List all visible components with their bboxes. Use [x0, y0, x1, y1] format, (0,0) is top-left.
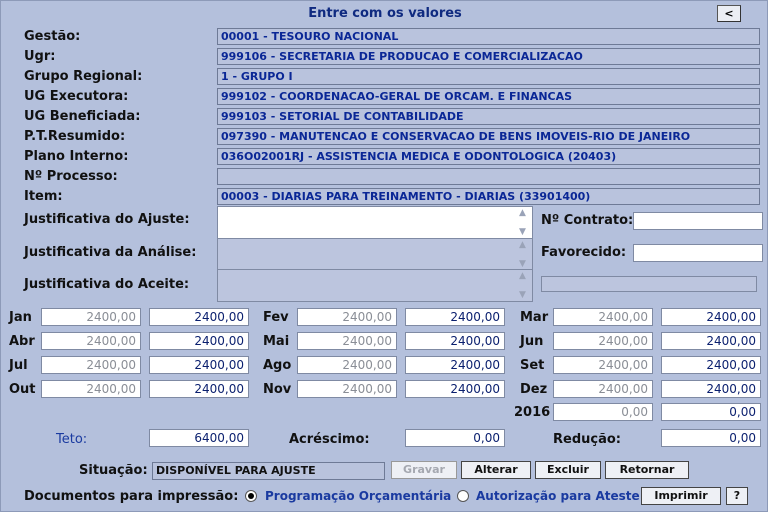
- month-previous-value: 2400,00: [553, 380, 653, 398]
- month-value-input[interactable]: 2400,00: [661, 332, 761, 350]
- teto-input[interactable]: 6400,00: [149, 429, 249, 447]
- field-label: Plano Interno:: [24, 149, 129, 164]
- field-value: 00001 - TESOURO NACIONAL: [217, 28, 760, 45]
- month-previous-value: 2400,00: [41, 380, 141, 398]
- programacao-label[interactable]: Programação Orçamentária: [265, 489, 451, 503]
- field-label: Ugr:: [24, 49, 56, 64]
- justificativa-analise-textarea[interactable]: ▲ ▼: [217, 238, 533, 271]
- month-previous-value: 2400,00: [553, 332, 653, 350]
- field-label: UG Beneficiada:: [24, 109, 141, 124]
- contrato-label: Nº Contrato:: [541, 213, 634, 228]
- teto-label: Teto:: [56, 432, 88, 447]
- programacao-radio[interactable]: [245, 490, 257, 502]
- field-value: 036O02001RJ - ASSISTENCIA MEDICA E ODONT…: [217, 148, 760, 165]
- month-label: Set: [520, 358, 545, 373]
- back-button[interactable]: <: [717, 5, 741, 22]
- month-value-input[interactable]: 2400,00: [405, 332, 505, 350]
- imprimir-button[interactable]: Imprimir: [641, 487, 721, 505]
- month-previous-value: 2400,00: [41, 308, 141, 326]
- month-label: Mar: [520, 310, 549, 325]
- month-previous-value: 2400,00: [41, 332, 141, 350]
- month-value-input[interactable]: 2400,00: [661, 380, 761, 398]
- month-label: Out: [9, 382, 36, 397]
- reducao-label: Redução:: [553, 432, 621, 447]
- month-value-input[interactable]: 2400,00: [661, 308, 761, 326]
- scrollbar[interactable]: ▲ ▼: [516, 270, 532, 301]
- gravar-button[interactable]: Gravar: [391, 461, 457, 479]
- month-value-input[interactable]: 2400,00: [149, 356, 249, 374]
- field-label: UG Executora:: [24, 89, 129, 104]
- justificativa-ajuste-label: Justificativa do Ajuste:: [24, 212, 190, 227]
- form-window: Entre com os valores < Gestão: 00001 - TE…: [0, 0, 768, 512]
- autorizacao-label[interactable]: Autorização para Ateste: [476, 489, 640, 503]
- field-label: Grupo Regional:: [24, 69, 143, 84]
- alterar-button[interactable]: Alterar: [461, 461, 531, 479]
- field-label: Item:: [24, 189, 63, 204]
- month-value-input[interactable]: 2400,00: [149, 308, 249, 326]
- contrato-input[interactable]: [633, 212, 763, 230]
- field-label: P.T.Resumido:: [24, 129, 126, 144]
- month-previous-value: 2400,00: [553, 356, 653, 374]
- favorecido-input[interactable]: [633, 244, 763, 262]
- month-label: Ago: [263, 358, 292, 373]
- justificativa-aceite-label: Justificativa do Aceite:: [24, 277, 190, 292]
- justificativa-aceite-textarea[interactable]: ▲ ▼: [217, 269, 533, 302]
- excluir-button[interactable]: Excluir: [535, 461, 601, 479]
- field-label: Gestão:: [24, 29, 81, 44]
- acrescimo-input[interactable]: 0,00: [405, 429, 505, 447]
- situacao-value: DISPONÍVEL PARA AJUSTE: [152, 462, 385, 480]
- month-previous-value: 2400,00: [297, 380, 397, 398]
- favorecido-name-field: [541, 276, 757, 292]
- month-label: Abr: [9, 334, 35, 349]
- month-value-input[interactable]: 2400,00: [661, 356, 761, 374]
- help-button[interactable]: ?: [726, 487, 748, 505]
- month-label: Jun: [520, 334, 544, 349]
- month-label: Fev: [263, 310, 289, 325]
- month-value-input[interactable]: 2400,00: [405, 380, 505, 398]
- month-label: Jul: [9, 358, 28, 373]
- justificativa-ajuste-textarea[interactable]: ▲ ▼: [217, 206, 533, 239]
- autorizacao-radio[interactable]: [457, 490, 469, 502]
- field-value: 999103 - SETORIAL DE CONTABILIDADE: [217, 108, 760, 125]
- month-previous-value: 2400,00: [297, 308, 397, 326]
- field-value: 1 - GRUPO I: [217, 68, 760, 85]
- field-value: 00003 - DIARIAS PARA TREINAMENTO - DIARI…: [217, 188, 760, 205]
- month-previous-value: 2400,00: [297, 356, 397, 374]
- month-previous-value: 2400,00: [297, 332, 397, 350]
- field-value: [217, 168, 760, 185]
- month-previous-value: 2400,00: [553, 308, 653, 326]
- scrollbar[interactable]: ▲ ▼: [516, 239, 532, 270]
- retornar-button[interactable]: Retornar: [605, 461, 689, 479]
- month-label: Dez: [520, 382, 548, 397]
- form-title: Entre com os valores: [308, 6, 462, 21]
- month-previous-value: 2400,00: [41, 356, 141, 374]
- scrollbar[interactable]: ▲ ▼: [516, 207, 532, 238]
- justificativa-analise-label: Justificativa da Análise:: [24, 245, 197, 260]
- month-value-input[interactable]: 2400,00: [405, 356, 505, 374]
- month-label: Jan: [9, 310, 32, 325]
- acrescimo-label: Acréscimo:: [289, 432, 370, 447]
- field-value: 097390 - MANUTENCAO E CONSERVACAO DE BEN…: [217, 128, 760, 145]
- month-previous-value: 0,00: [553, 403, 653, 421]
- field-value: 999102 - COORDENACAO-GERAL DE ORCAM. E F…: [217, 88, 760, 105]
- favorecido-label: Favorecido:: [541, 245, 627, 260]
- field-label: Nº Processo:: [24, 169, 118, 184]
- month-value-input[interactable]: 2400,00: [405, 308, 505, 326]
- month-value-input[interactable]: 0,00: [661, 403, 761, 421]
- month-label: Nov: [263, 382, 292, 397]
- month-label: 2016: [514, 405, 551, 420]
- month-value-input[interactable]: 2400,00: [149, 332, 249, 350]
- situacao-label: Situação:: [79, 463, 148, 478]
- month-value-input[interactable]: 2400,00: [149, 380, 249, 398]
- reducao-input[interactable]: 0,00: [661, 429, 761, 447]
- month-label: Mai: [263, 334, 290, 349]
- field-value: 999106 - SECRETARIA DE PRODUCAO E COMERC…: [217, 48, 760, 65]
- documentos-label: Documentos para impressão:: [24, 489, 239, 504]
